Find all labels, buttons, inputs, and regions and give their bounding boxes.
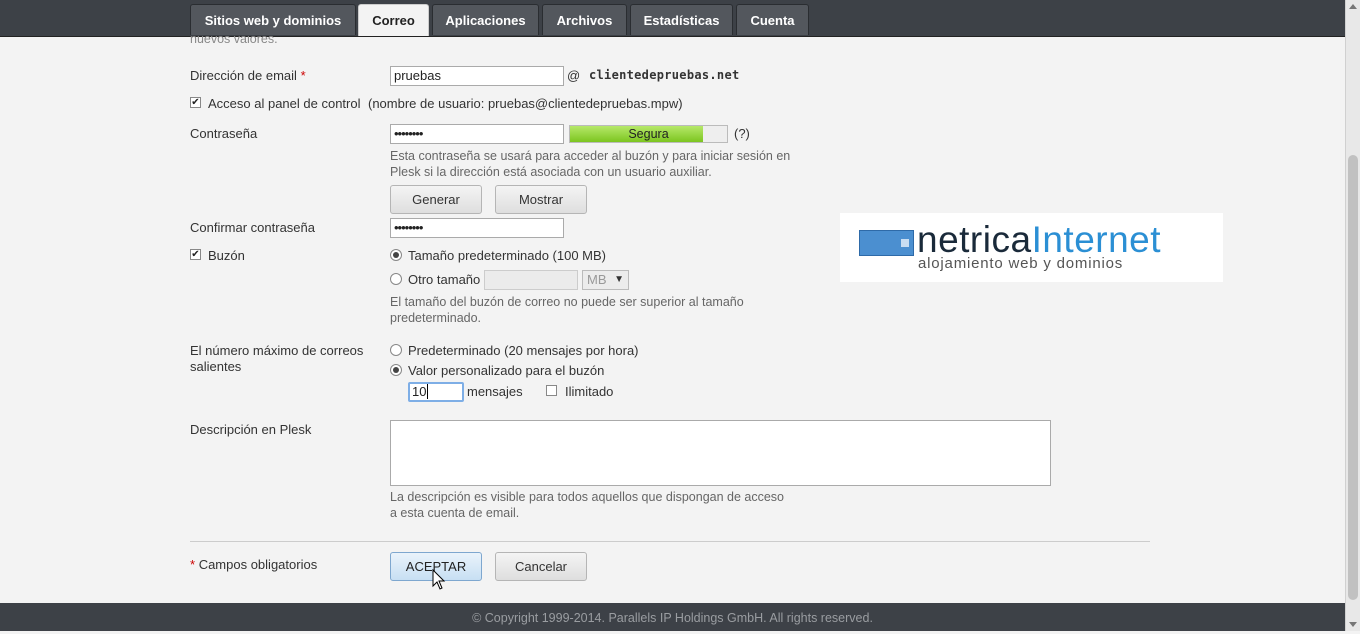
chevron-down-icon: ▼ <box>614 274 624 285</box>
cancel-button[interactable]: Cancelar <box>495 552 587 581</box>
tab-statistics[interactable]: Estadísticas <box>630 4 733 35</box>
at-sign: @ <box>567 68 581 83</box>
messages-per-hour-input[interactable]: 10 <box>408 382 464 402</box>
max-outgoing-label: El número máximo de correos salientes <box>190 343 364 374</box>
email-domain: clientedepruebas.net <box>589 68 740 82</box>
tab-websites-domains[interactable]: Sitios web y dominios <box>190 4 356 35</box>
mailbox-checkbox[interactable]: ✔ <box>190 249 201 260</box>
unlimited-checkbox[interactable] <box>546 385 557 396</box>
footer: © Copyright 1999-2014. Parallels IP Hold… <box>0 603 1345 631</box>
password-input[interactable]: •••••••• <box>390 124 564 144</box>
unlimited-label: Ilimitado <box>565 384 614 399</box>
description-hint: La descripción es visible para todos aqu… <box>390 490 785 520</box>
form-divider <box>190 541 1150 542</box>
default-outgoing-label: Predeterminado (20 mensajes por hora) <box>408 343 639 358</box>
email-name-input[interactable]: pruebas <box>390 66 564 86</box>
required-fields-note: * Campos obligatorios <box>190 557 318 572</box>
default-size-label: Tamaño predeterminado (100 MB) <box>408 248 606 263</box>
password-strength-help[interactable]: (?) <box>734 126 750 141</box>
scroll-up-icon[interactable] <box>1349 4 1357 9</box>
default-size-radio[interactable] <box>390 249 402 261</box>
tab-files[interactable]: Archivos <box>542 4 627 35</box>
mailbox-size-hint: El tamaño del buzón de correo no puede s… <box>390 295 744 325</box>
other-size-input[interactable] <box>484 270 578 290</box>
size-unit-select[interactable]: MB ▼ <box>582 270 629 290</box>
scrollbar-thumb[interactable] <box>1348 155 1358 600</box>
other-size-radio[interactable] <box>390 273 402 285</box>
mouse-cursor-icon <box>432 569 446 590</box>
generate-password-button[interactable]: Generar <box>390 185 482 214</box>
panel-access-checkbox[interactable]: ✔ <box>190 97 201 108</box>
tab-account[interactable]: Cuenta <box>736 4 809 35</box>
password-strength-label: Segura <box>628 127 669 141</box>
confirm-password-label: Confirmar contraseña <box>190 220 315 235</box>
password-strength-meter: Segura <box>569 125 728 143</box>
scrolled-text-fragment: nuevos valores. <box>190 36 278 46</box>
netrica-logo: netricaInternet alojamiento web y domini… <box>840 213 1223 282</box>
description-label: Descripción en Plesk <box>190 422 312 437</box>
panel-access-username: (nombre de usuario: pruebas@clientedepru… <box>368 96 683 111</box>
logo-tagline: alojamiento web y dominios <box>918 255 1124 272</box>
copyright-text: © Copyright 1999-2014. Parallels IP Hold… <box>472 611 873 625</box>
custom-outgoing-radio[interactable] <box>390 364 402 376</box>
email-address-label: Dirección de email * <box>190 68 306 83</box>
top-nav-bar: Sitios web y dominios Correo Aplicacione… <box>0 0 1345 37</box>
mailbox-label: Buzón <box>208 248 245 263</box>
default-outgoing-radio[interactable] <box>390 344 402 356</box>
tab-mail[interactable]: Correo <box>358 4 429 36</box>
confirm-password-input[interactable]: •••••••• <box>390 218 564 238</box>
password-label: Contraseña <box>190 126 258 141</box>
description-textarea[interactable] <box>390 420 1051 486</box>
show-password-button[interactable]: Mostrar <box>495 185 587 214</box>
password-hint: Esta contraseña se usará para acceder al… <box>390 149 791 179</box>
page-scrollbar[interactable] <box>1345 0 1360 631</box>
panel-access-label: Acceso al panel de control <box>208 96 361 111</box>
custom-outgoing-label: Valor personalizado para el buzón <box>408 363 605 378</box>
logo-mark-icon <box>859 230 914 256</box>
scroll-down-icon[interactable] <box>1349 622 1357 627</box>
messages-unit-label: mensajes <box>467 384 523 399</box>
other-size-label: Otro tamaño <box>408 272 481 287</box>
tab-applications[interactable]: Aplicaciones <box>432 4 539 35</box>
